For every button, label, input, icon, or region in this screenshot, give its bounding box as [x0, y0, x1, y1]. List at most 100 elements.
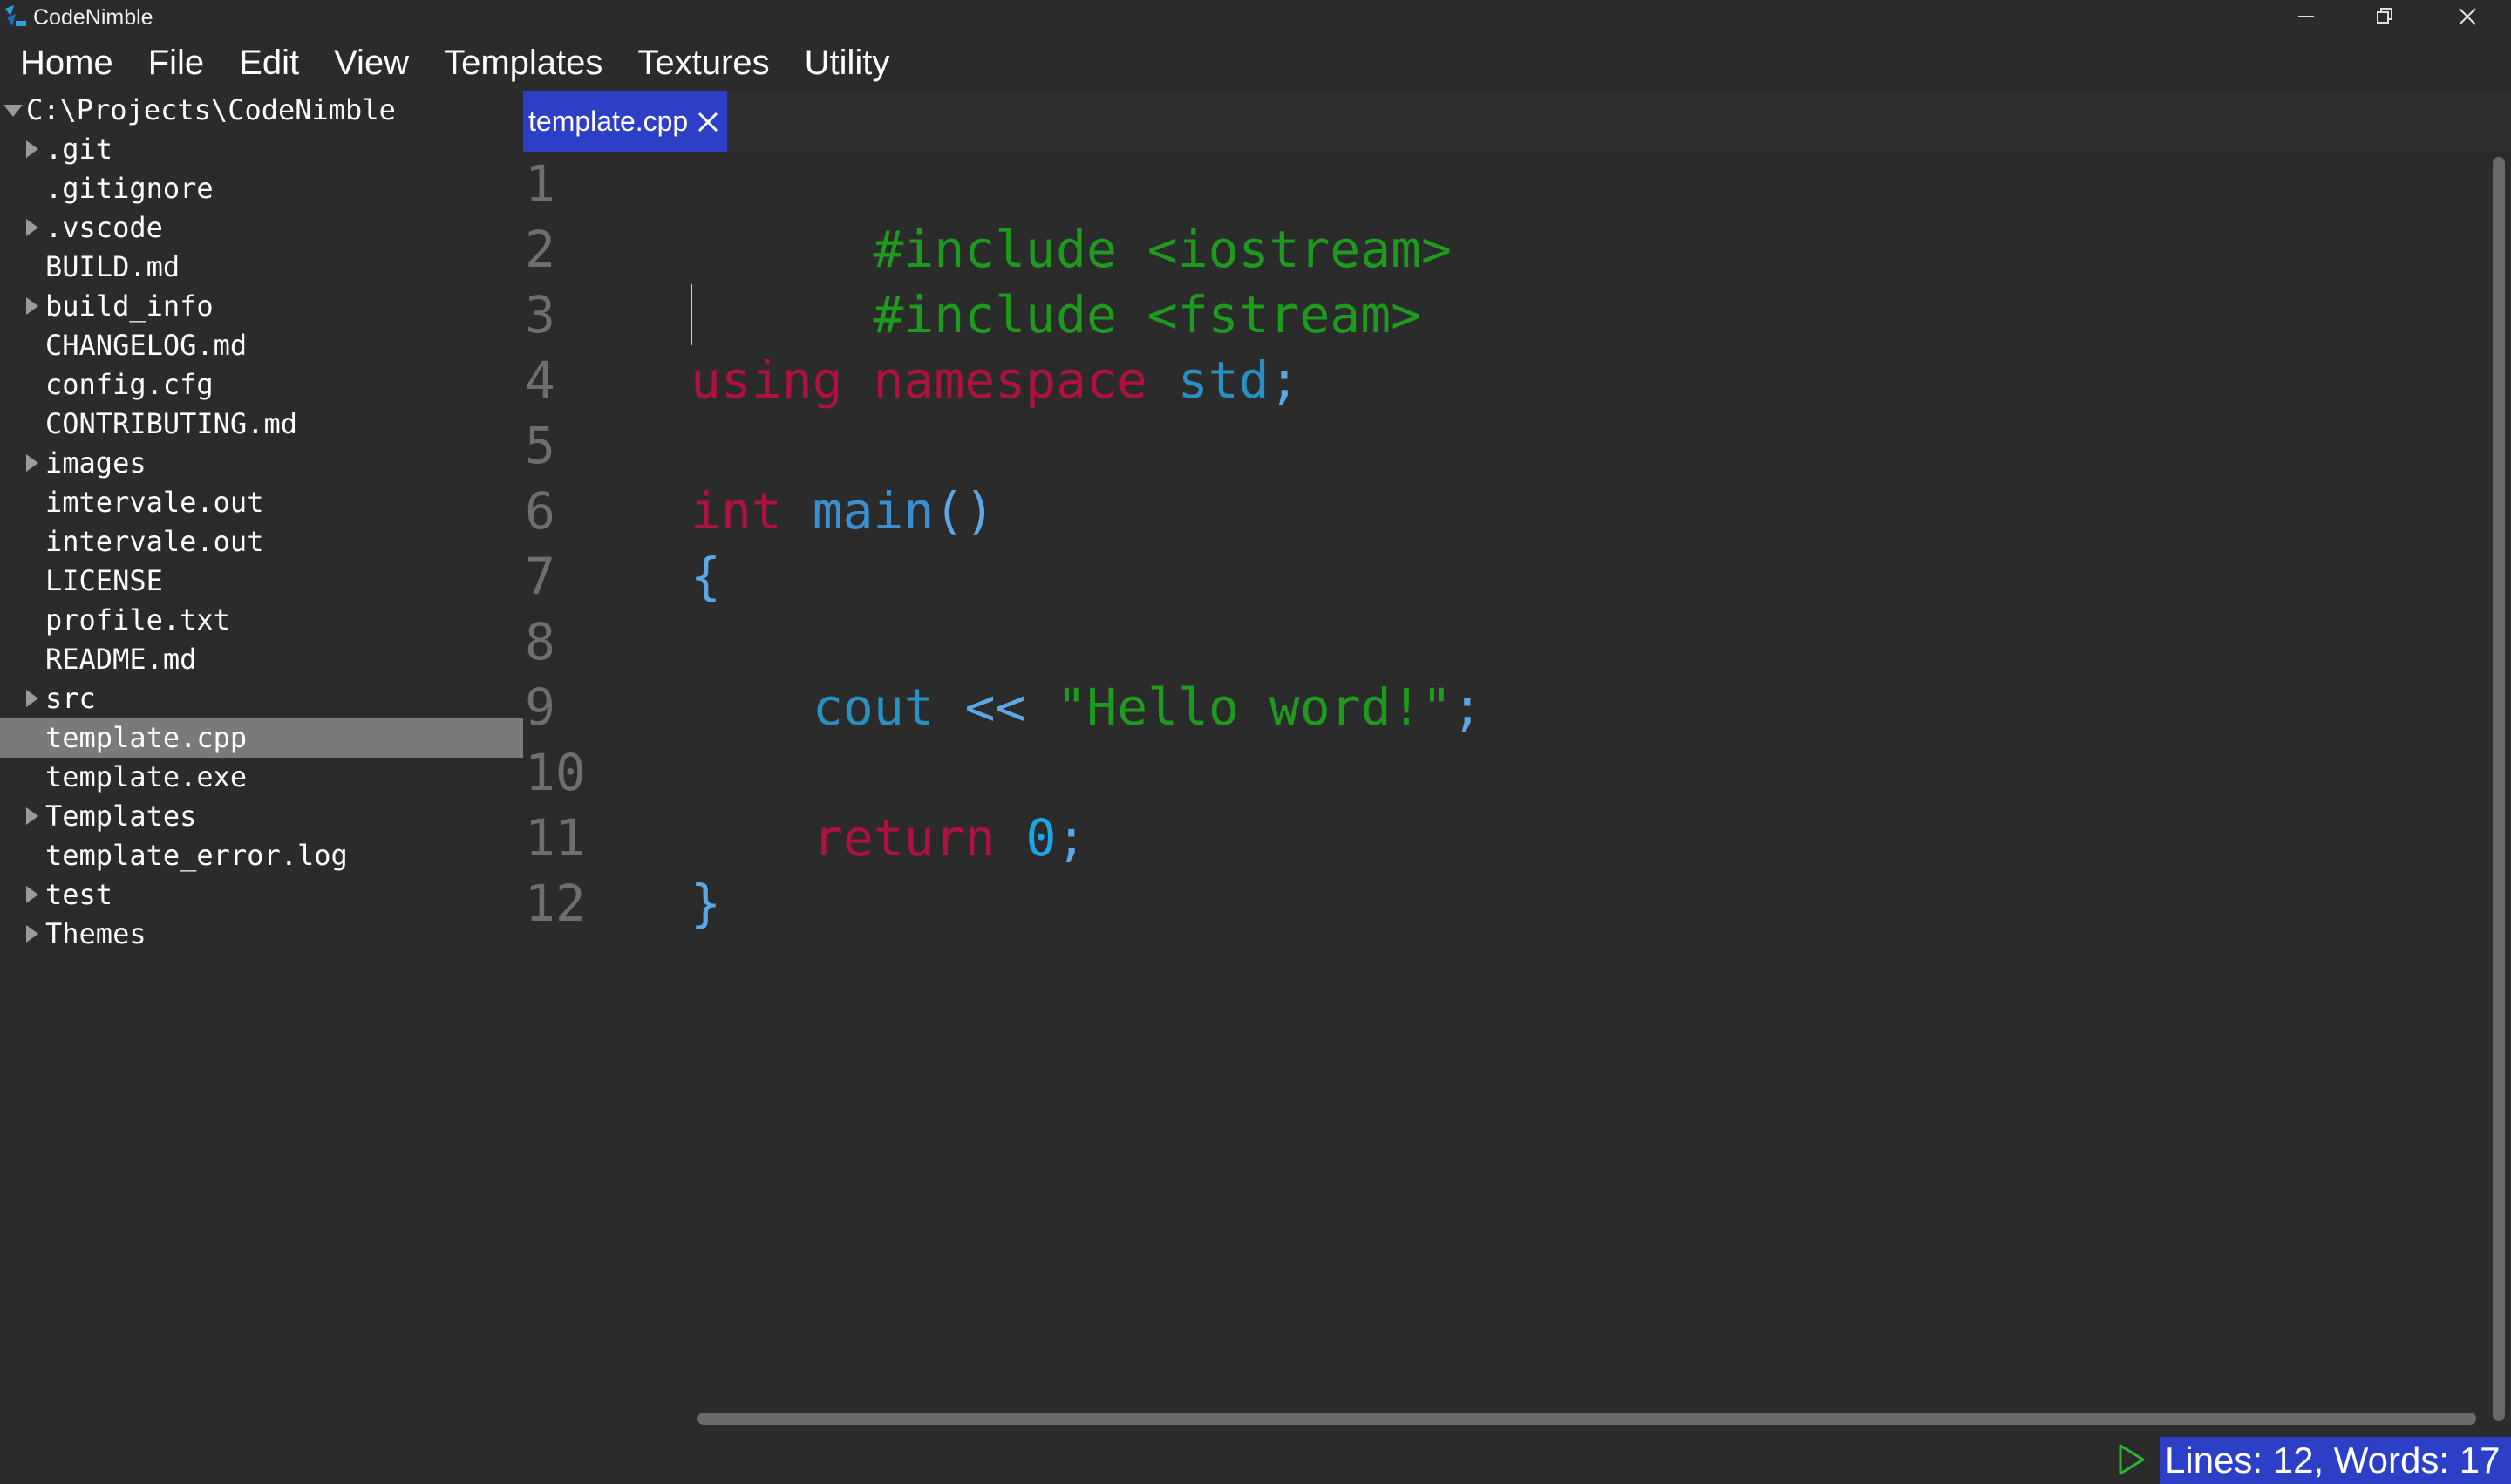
tree-item-vscode[interactable]: .vscode: [0, 208, 523, 248]
tree-item-label: test: [45, 878, 113, 911]
brace-token: }: [691, 874, 721, 933]
punctuation-token: ;: [1269, 351, 1300, 410]
tree-item-label: src: [45, 682, 96, 715]
preprocessor-token: #include <fstream>: [873, 285, 1422, 344]
chevron-right-icon[interactable]: [26, 690, 38, 707]
menu-templates[interactable]: Templates: [425, 38, 618, 87]
operator-token: <<: [964, 677, 1026, 737]
status-line-word-count: Lines: 12, Words: 17: [2160, 1437, 2511, 1484]
line-number: 11: [525, 808, 586, 868]
line-number: 6: [525, 481, 555, 541]
tab-strip: [727, 91, 2511, 152]
tree-item-label: Templates: [45, 800, 197, 833]
chevron-right-icon[interactable]: [26, 925, 38, 943]
menu-utility[interactable]: Utility: [786, 38, 906, 87]
window-title: CodeNimble: [33, 5, 153, 30]
close-window-button[interactable]: [2428, 0, 2507, 35]
tree-item-git[interactable]: .git: [0, 130, 523, 169]
type-token: int: [691, 481, 782, 541]
line-number-gutter: 1 2 3 4 5 6 7 8 9 10 11 12: [523, 152, 691, 1433]
close-icon[interactable]: [696, 110, 720, 134]
tree-root-folder[interactable]: C:\Projects\CodeNimble: [0, 91, 523, 130]
tab-label: template.cpp: [528, 106, 689, 137]
tree-item-label: profile.txt: [45, 603, 230, 636]
function-token: main: [812, 481, 935, 541]
punctuation-token: ;: [1056, 808, 1087, 868]
code-line-1: #include <iostream>: [691, 152, 1452, 279]
brace-token: {: [691, 547, 721, 606]
tree-item-build-info[interactable]: build_info: [0, 287, 523, 326]
tree-item-profile-txt[interactable]: profile.txt: [0, 601, 523, 640]
chevron-right-icon[interactable]: [26, 454, 38, 472]
tree-item-label: .git: [45, 133, 113, 166]
tree-item-label: .vscode: [45, 211, 163, 244]
play-icon[interactable]: [2113, 1442, 2148, 1477]
tree-item-images[interactable]: images: [0, 444, 523, 483]
tree-item-test[interactable]: test: [0, 875, 523, 915]
tree-item-label: config.cfg: [45, 368, 214, 401]
code-editor[interactable]: #include <iostream> #include <fstream> u…: [691, 152, 2492, 1433]
chevron-down-icon[interactable]: [3, 105, 23, 117]
tree-item-license[interactable]: LICENSE: [0, 562, 523, 601]
line-number: 3: [525, 285, 555, 344]
tree-item-label: BUILD.md: [45, 250, 180, 283]
tree-item-build-md[interactable]: BUILD.md: [0, 248, 523, 287]
text-caret: [691, 284, 692, 345]
tab-template-cpp[interactable]: template.cpp: [523, 91, 727, 152]
tree-item-label: LICENSE: [45, 564, 163, 597]
tree-item-label: intervale.out: [45, 525, 264, 558]
tree-root-label: C:\Projects\CodeNimble: [26, 93, 396, 126]
tree-item-gitignore[interactable]: .gitignore: [0, 169, 523, 208]
status-bar: Lines: 12, Words: 17: [0, 1433, 2511, 1484]
punctuation-token: (): [934, 481, 996, 541]
line-number: 2: [525, 220, 555, 279]
line-number: 7: [525, 547, 555, 606]
line-number: 9: [525, 677, 555, 737]
tree-item-label: CONTRIBUTING.md: [45, 407, 297, 440]
minimize-icon: [2298, 16, 2314, 17]
tree-item-template-error-log[interactable]: template_error.log: [0, 836, 523, 875]
vertical-scroll-thumb[interactable]: [2493, 157, 2505, 1421]
line-number: 12: [525, 874, 586, 933]
app-window: CodeNimble Home File Edit View Templates…: [0, 0, 2511, 1484]
tree-item-imtervale-out[interactable]: imtervale.out: [0, 483, 523, 522]
tree-item-label: template.exe: [45, 760, 248, 793]
horizontal-scroll-thumb[interactable]: [698, 1413, 2476, 1425]
title-bar: CodeNimble: [0, 0, 2511, 35]
code-line-6: int main(): [691, 479, 995, 544]
keyword-token: using: [691, 351, 843, 410]
tree-item-src[interactable]: src: [0, 679, 523, 718]
line-number: 4: [525, 351, 555, 410]
tree-item-intervale-out[interactable]: intervale.out: [0, 522, 523, 562]
chevron-right-icon[interactable]: [26, 807, 38, 825]
menu-textures[interactable]: Textures: [618, 38, 785, 87]
tree-item-template-cpp[interactable]: template.cpp: [0, 718, 523, 758]
number-token: 0: [1025, 808, 1057, 868]
tree-item-readme-md[interactable]: README.md: [0, 640, 523, 679]
menu-view[interactable]: View: [315, 38, 425, 87]
chevron-right-icon[interactable]: [26, 297, 38, 315]
menu-home[interactable]: Home: [0, 38, 129, 87]
codenimble-logo-icon: [5, 5, 26, 26]
code-line-7: {: [691, 544, 721, 609]
tree-item-config-cfg[interactable]: config.cfg: [0, 365, 523, 405]
tree-item-contributing-md[interactable]: CONTRIBUTING.md: [0, 405, 523, 444]
tree-item-themes[interactable]: Themes: [0, 915, 523, 954]
menu-edit[interactable]: Edit: [220, 38, 315, 87]
tree-item-label: template.cpp: [45, 721, 248, 754]
keyword-token: return: [813, 808, 996, 868]
tree-item-changelog-md[interactable]: CHANGELOG.md: [0, 326, 523, 365]
chevron-right-icon[interactable]: [26, 886, 38, 903]
minimize-button[interactable]: [2267, 0, 2345, 35]
chevron-right-icon[interactable]: [26, 219, 38, 236]
tree-item-label: README.md: [45, 643, 197, 676]
keyword-token: namespace: [873, 351, 1147, 410]
string-token: "Hello word!": [1056, 677, 1453, 737]
tree-item-templates[interactable]: Templates: [0, 797, 523, 836]
punctuation-token: ;: [1452, 677, 1483, 737]
chevron-right-icon[interactable]: [26, 140, 38, 158]
menu-file[interactable]: File: [129, 38, 220, 87]
tree-item-template-exe[interactable]: template.exe: [0, 758, 523, 797]
restore-button[interactable]: [2345, 0, 2424, 35]
line-number: 1: [525, 154, 555, 214]
